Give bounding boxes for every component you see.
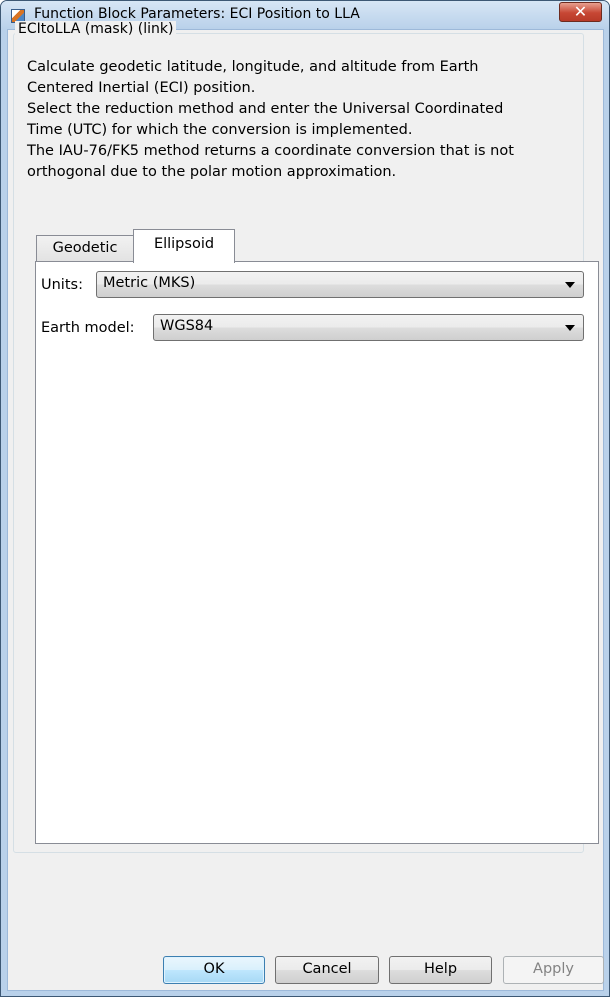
ellipsoid-tab-panel [35, 261, 599, 844]
chevron-down-icon [565, 325, 575, 331]
earth-model-select[interactable]: WGS84 [153, 314, 584, 341]
chevron-down-icon [565, 282, 575, 288]
dialog-window: Function Block Parameters: ECI Position … [0, 0, 610, 997]
earth-model-select-value: WGS84 [160, 318, 214, 334]
close-button[interactable]: ✕ [559, 2, 602, 22]
cancel-button[interactable]: Cancel [275, 956, 379, 984]
apply-button: Apply [503, 956, 604, 984]
description-line: Centered Inertial (ECI) position. [27, 80, 256, 96]
description-line: Select the reduction method and enter th… [27, 101, 504, 117]
tab-ellipsoid[interactable]: Ellipsoid [133, 229, 235, 263]
close-icon: ✕ [573, 2, 588, 21]
window-title: Function Block Parameters: ECI Position … [34, 6, 360, 22]
earth-model-label: Earth model: [41, 320, 135, 336]
units-select-value: Metric (MKS) [103, 275, 196, 291]
units-select[interactable]: Metric (MKS) [96, 271, 584, 298]
help-button[interactable]: Help [389, 956, 492, 984]
mask-group-label: ECItoLLA (mask) (link) [15, 21, 177, 37]
tab-geodetic[interactable]: Geodetic [36, 235, 134, 262]
description-line: orthogonal due to the polar motion appro… [27, 164, 397, 180]
description-line: The IAU-76/FK5 method returns a coordina… [27, 143, 514, 159]
units-label: Units: [41, 277, 83, 293]
mask-description: Calculate geodetic latitude, longitude, … [27, 57, 582, 183]
description-line: Time (UTC) for which the conversion is i… [27, 122, 413, 138]
description-line: Calculate geodetic latitude, longitude, … [27, 59, 479, 75]
ok-button[interactable]: OK [163, 956, 265, 984]
